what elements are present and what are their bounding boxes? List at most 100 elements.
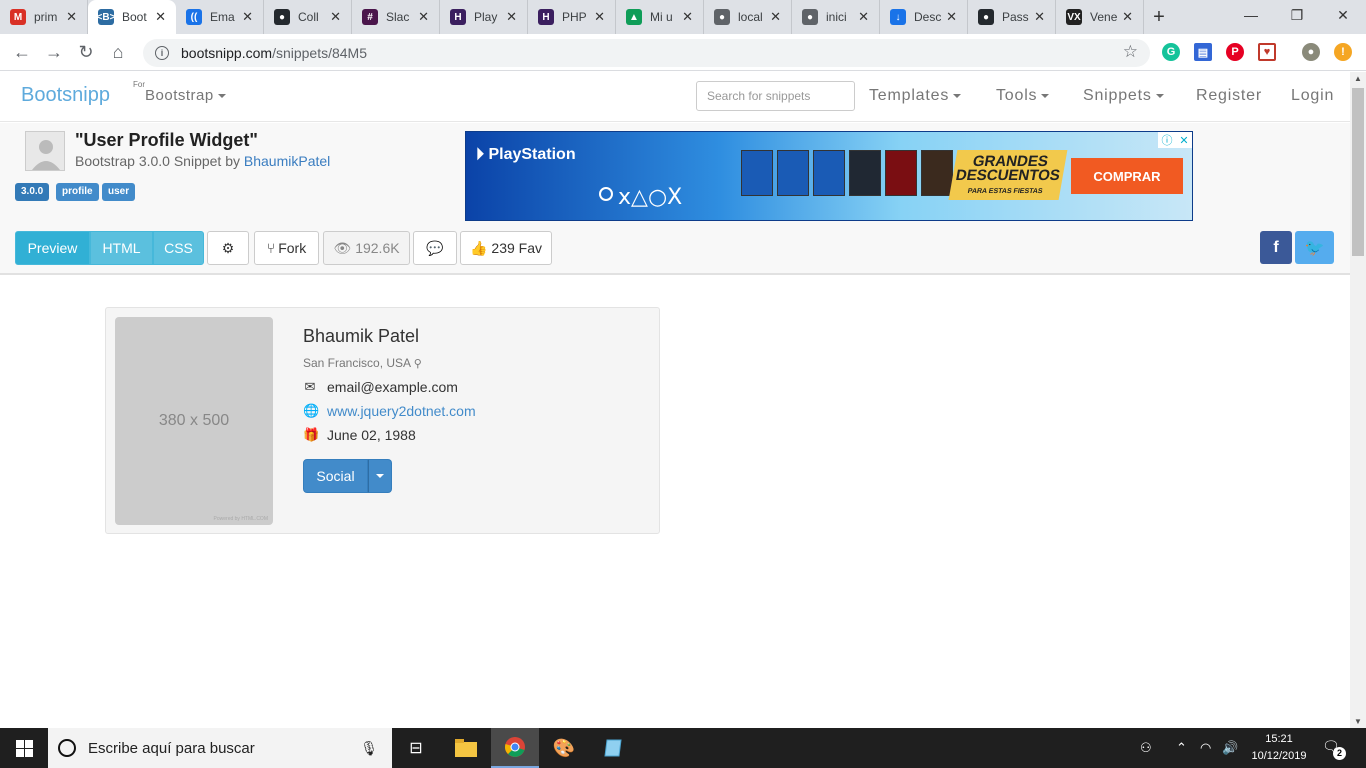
volume-icon[interactable]: 🔊	[1222, 740, 1238, 756]
notepad-app-icon[interactable]	[589, 728, 637, 768]
tag-user[interactable]: user	[102, 183, 136, 201]
tab-html[interactable]: HTML	[90, 231, 153, 265]
grammarly-icon[interactable]: G	[1162, 43, 1180, 61]
snippets-dropdown[interactable]: Snippets	[1083, 87, 1164, 105]
close-tab-icon[interactable]: ✕	[1034, 9, 1045, 25]
profile-website-row: 🌐 www.jquery2dotnet.com	[303, 403, 476, 419]
snippet-search-input[interactable]: Search for snippets	[696, 81, 855, 111]
task-view-icon[interactable]: ⊟	[392, 728, 440, 768]
thumbs-up-icon: 👍	[469, 239, 488, 256]
close-tab-icon[interactable]: ✕	[682, 9, 693, 25]
extension-doc-icon[interactable]: ▤	[1194, 43, 1212, 61]
chrome-taskbar-icon[interactable]	[491, 728, 539, 768]
tab-css[interactable]: CSS	[153, 231, 204, 265]
ad-choices[interactable]: ⓘ ✕	[1158, 132, 1192, 148]
login-link[interactable]: Login	[1291, 87, 1334, 105]
new-tab-button[interactable]: +	[1144, 0, 1174, 34]
browser-tab[interactable]: ● Coll ✕	[264, 0, 352, 34]
taskbar-search-input[interactable]: Escribe aquí para buscar 🎙	[48, 728, 392, 768]
reload-icon[interactable]: ↻	[70, 36, 102, 68]
home-icon[interactable]: ⌂	[102, 36, 134, 68]
update-alert-icon[interactable]: !	[1334, 43, 1352, 61]
facebook-share-button[interactable]: f	[1260, 231, 1292, 264]
microphone-icon[interactable]: 🎙	[360, 740, 378, 757]
svg-text:x△○X: x△○X	[618, 185, 682, 210]
site-info-icon[interactable]: i	[155, 46, 169, 60]
browser-tab[interactable]: H PHP ✕	[528, 0, 616, 34]
forward-icon[interactable]: →	[38, 36, 70, 68]
author-avatar[interactable]	[25, 131, 65, 171]
social-button[interactable]: Social	[303, 459, 368, 493]
paint-icon[interactable]: 🎨	[540, 728, 588, 768]
browser-tab[interactable]: ▲ Mi u ✕	[616, 0, 704, 34]
browser-tab[interactable]: ● Pass ✕	[968, 0, 1056, 34]
close-tab-icon[interactable]: ✕	[858, 9, 869, 25]
address-bar[interactable]: i bootsnipp.com/snippets/84M5 ☆	[143, 39, 1150, 67]
scroll-down-arrow-icon[interactable]: ▼	[1354, 717, 1362, 726]
bookmark-star-icon[interactable]: ☆	[1123, 42, 1138, 62]
ad-cta-button[interactable]: COMPRAR	[1071, 158, 1183, 194]
templates-dropdown[interactable]: Templates	[869, 87, 962, 105]
back-icon[interactable]: ←	[6, 36, 38, 68]
close-tab-icon[interactable]: ✕	[242, 9, 253, 25]
ad-banner[interactable]: ⏵ PlayStation x△○X GRANDES DESCUENTOS PAR…	[465, 131, 1193, 221]
tag-profile[interactable]: profile	[56, 183, 99, 201]
browser-tab[interactable]: ↓ Desc ✕	[880, 0, 968, 34]
bootstrap-dropdown[interactable]: Bootstrap	[145, 87, 226, 104]
browser-tab[interactable]: Mprim ✕	[0, 0, 88, 34]
close-tab-icon[interactable]: ✕	[946, 9, 957, 25]
eye-icon: 👁	[333, 239, 352, 256]
close-tab-icon[interactable]: ✕	[506, 9, 517, 25]
twitter-share-button[interactable]: 🐦	[1295, 231, 1334, 264]
tab-preview[interactable]: Preview	[15, 231, 90, 265]
brand-logo[interactable]: Bootsnipp	[21, 84, 110, 107]
pocket-icon[interactable]: ♥	[1258, 43, 1276, 61]
close-tab-icon[interactable]: ✕	[1122, 9, 1133, 25]
tag-version[interactable]: 3.0.0	[15, 183, 50, 201]
comments-button[interactable]: 💬	[413, 231, 457, 265]
scrollbar-thumb[interactable]	[1352, 88, 1364, 256]
fork-button[interactable]: ⑂ Fork	[254, 231, 319, 265]
browser-tab[interactable]: ● inici ✕	[792, 0, 880, 34]
scroll-up-arrow-icon[interactable]: ▲	[1354, 74, 1362, 83]
register-link[interactable]: Register	[1196, 87, 1262, 105]
social-dropdown-toggle[interactable]	[368, 459, 392, 493]
settings-button[interactable]: ⚙	[207, 231, 249, 265]
action-center-button[interactable]: 🗨 2	[1322, 738, 1346, 760]
browser-tab[interactable]: ● local ✕	[704, 0, 792, 34]
tools-dropdown[interactable]: Tools	[996, 87, 1050, 105]
profile-avatar[interactable]: ●	[1302, 43, 1320, 61]
browser-tab[interactable]: VX Vene ✕	[1056, 0, 1144, 34]
site-navbar: Bootsnipp For Bootstrap Search for snipp…	[0, 72, 1350, 122]
close-tab-icon[interactable]: ✕	[155, 9, 166, 25]
profile-website-link[interactable]: www.jquery2dotnet.com	[327, 403, 476, 419]
restore-button[interactable]: ❐	[1274, 0, 1320, 30]
ad-info-icon[interactable]: ⓘ	[1161, 132, 1172, 148]
browser-tab[interactable]: H Play ✕	[440, 0, 528, 34]
bootstrap-dropdown-label: Bootstrap	[145, 87, 214, 104]
wifi-icon[interactable]: ◠	[1200, 740, 1211, 756]
show-hidden-icons[interactable]: ⌃	[1176, 740, 1187, 756]
ad-close-icon[interactable]: ✕	[1179, 134, 1188, 147]
close-tab-icon[interactable]: ✕	[418, 9, 429, 25]
close-tab-icon[interactable]: ✕	[770, 9, 781, 25]
browser-tab[interactable]: <B> Boot ✕	[88, 0, 176, 34]
tab-label: local	[738, 10, 763, 24]
close-window-button[interactable]: ✕	[1320, 0, 1366, 30]
view-tabs: Preview HTML CSS	[15, 231, 204, 265]
close-tab-icon[interactable]: ✕	[594, 9, 605, 25]
file-explorer-icon[interactable]	[442, 728, 490, 768]
taskbar-clock[interactable]: 15:21 10/12/2019	[1248, 731, 1310, 765]
minimize-button[interactable]: —	[1228, 0, 1274, 30]
pinterest-icon[interactable]: P	[1226, 43, 1244, 61]
close-tab-icon[interactable]: ✕	[330, 9, 341, 25]
people-icon[interactable]: ⚇	[1140, 740, 1152, 756]
browser-tab[interactable]: # Slac ✕	[352, 0, 440, 34]
close-tab-icon[interactable]: ✕	[66, 9, 77, 25]
page-scrollbar[interactable]: ▲ ▼	[1350, 72, 1366, 728]
browser-tab[interactable]: ((Ema ✕	[176, 0, 264, 34]
fav-button[interactable]: 👍 239 Fav	[460, 231, 552, 265]
start-button[interactable]	[0, 728, 48, 768]
profile-image-placeholder: 380 x 500 Powered by HTML.COM	[115, 317, 273, 525]
author-link[interactable]: BhaumikPatel	[244, 153, 330, 169]
